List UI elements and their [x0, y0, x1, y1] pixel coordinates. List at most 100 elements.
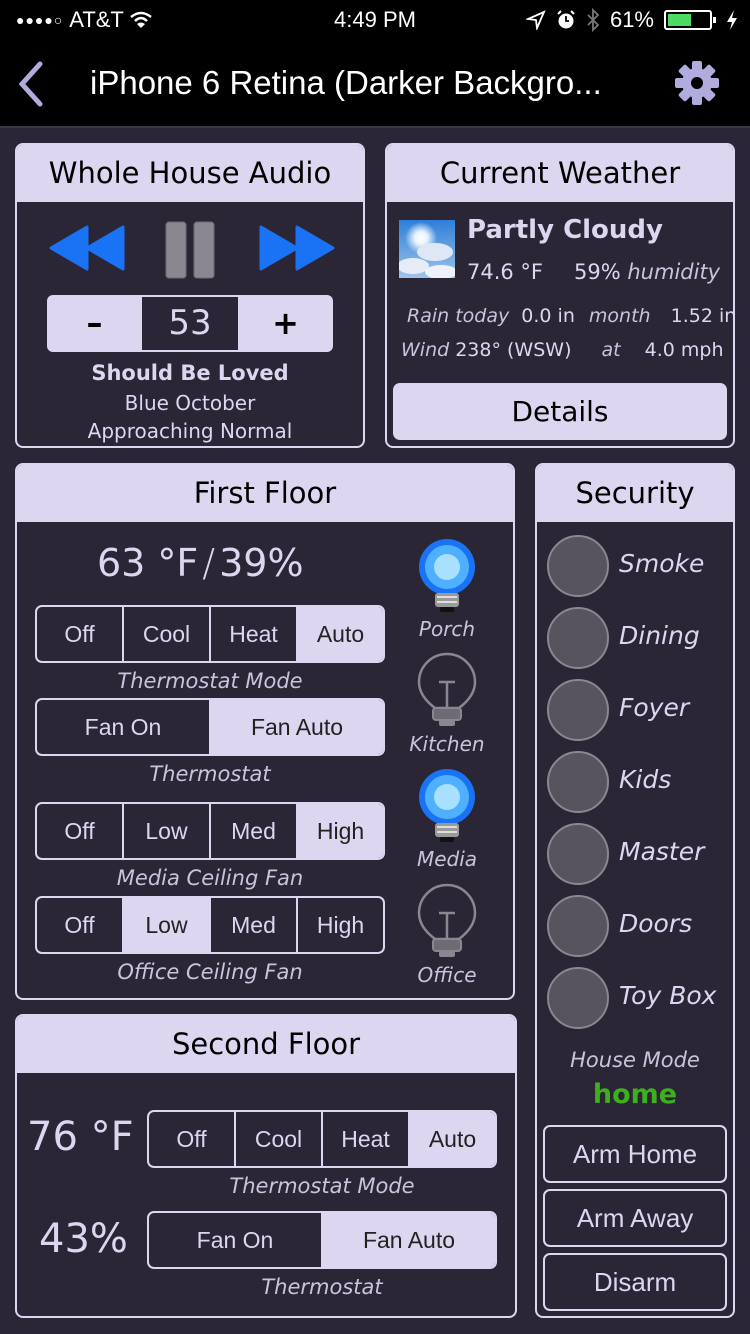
first-floor-climate: 63 °F/39%	[97, 541, 304, 585]
segment-cool[interactable]: Cool	[234, 1112, 321, 1166]
sensor-label: Master	[619, 837, 705, 866]
separator: /	[202, 541, 216, 585]
volume-stepper: – 53 +	[47, 295, 333, 352]
segment-med[interactable]: Med	[209, 898, 296, 952]
thermostat-mode-caption: Thermostat Mode	[117, 669, 303, 693]
audio-panel: Whole House Audio – 53 + Should Be Loved…	[15, 143, 365, 448]
segment-high[interactable]: High	[296, 898, 383, 952]
first-floor-title: First Floor	[17, 465, 513, 522]
office-fan-caption: Office Ceiling Fan	[117, 960, 303, 984]
artist-name: Blue October	[124, 391, 256, 415]
status-bar: ●●●●○ AT&T 4:49 PM 61%	[0, 0, 750, 40]
light-label-kitchen: Kitchen	[409, 732, 485, 756]
location-icon	[525, 10, 546, 30]
security-panel: Security Smoke Dining Foyer Kids Master Doors…	[535, 463, 735, 1318]
segment-off[interactable]: Off	[37, 804, 122, 858]
first-floor-humidity: 39%	[219, 541, 304, 585]
light-bulb-off-icon[interactable]	[415, 652, 479, 732]
disarm-button[interactable]: Disarm	[543, 1253, 727, 1311]
first-floor-thermostat-mode: Off Cool Heat Auto	[35, 605, 385, 663]
wind-at-label: at	[601, 339, 621, 361]
segment-heat[interactable]: Heat	[321, 1112, 408, 1166]
segment-off[interactable]: Off	[37, 898, 122, 952]
thermostat-mode-caption: Thermostat Mode	[229, 1174, 415, 1198]
first-floor-temp: 63 °F	[97, 541, 199, 585]
first-floor-fan-mode: Fan On Fan Auto	[35, 698, 385, 756]
segment-fan-on[interactable]: Fan On	[37, 700, 209, 754]
sensor-status-indicator	[547, 823, 609, 885]
house-mode-value: home	[592, 1079, 678, 1110]
volume-up-button[interactable]: +	[238, 295, 333, 352]
media-fan-caption: Media Ceiling Fan	[116, 866, 304, 890]
sensor-label: Kids	[619, 765, 672, 794]
rain-month-label: month	[588, 305, 651, 327]
light-label-porch: Porch	[418, 617, 476, 641]
wind-readout: Wind 238° (WSW) at 4.0 mph	[401, 339, 724, 361]
bluetooth-icon	[587, 8, 600, 32]
sensor-label: Doors	[619, 909, 693, 938]
segment-fan-auto[interactable]: Fan Auto	[209, 700, 383, 754]
fast-forward-icon[interactable]	[257, 223, 337, 273]
segment-cool[interactable]: Cool	[122, 607, 209, 661]
weather-panel-title: Current Weather	[387, 145, 733, 202]
humidity-value: 59%	[574, 260, 621, 284]
battery-percent: 61%	[609, 7, 654, 32]
second-floor-fan-mode: Fan On Fan Auto	[147, 1211, 497, 1269]
gear-icon[interactable]	[674, 60, 720, 106]
chevron-left-icon[interactable]	[14, 60, 54, 108]
volume-down-button[interactable]: –	[47, 295, 142, 352]
light-label-office: Office	[417, 963, 477, 987]
second-floor-thermostat-mode: Off Cool Heat Auto	[147, 1110, 497, 1168]
sensor-label: Toy Box	[619, 981, 717, 1010]
segment-auto[interactable]: Auto	[408, 1112, 495, 1166]
sensor-status-indicator	[547, 967, 609, 1029]
weather-temp: 74.6 °F	[467, 260, 544, 284]
first-floor-panel: First Floor 63 °F/39% Off Cool Heat Auto Th…	[15, 463, 515, 1000]
segment-off[interactable]: Off	[37, 607, 122, 661]
volume-value: 53	[142, 297, 238, 350]
album-name: Approaching Normal	[87, 419, 293, 443]
pause-icon[interactable]	[164, 220, 216, 280]
rain-readout: Rain today 0.0 in month 1.52 in	[407, 305, 735, 327]
segment-heat[interactable]: Heat	[209, 607, 296, 661]
sensor-status-indicator	[547, 751, 609, 813]
page-title: iPhone 6 Retina (Darker Backgro...	[90, 64, 602, 101]
wind-label: Wind	[401, 339, 450, 361]
segment-high[interactable]: High	[296, 804, 383, 858]
office-ceiling-fan: Off Low Med High	[35, 896, 385, 954]
wind-speed: 4.0 mph	[644, 339, 724, 361]
weather-panel: Current Weather Partly Cloudy 74.6 °F 59…	[385, 143, 735, 448]
segment-fan-auto[interactable]: Fan Auto	[321, 1213, 495, 1267]
second-floor-temp: 76 °F	[27, 1114, 134, 1160]
segment-fan-on[interactable]: Fan On	[149, 1213, 321, 1267]
segment-off[interactable]: Off	[149, 1112, 234, 1166]
light-bulb-off-icon[interactable]	[415, 883, 479, 963]
second-floor-title: Second Floor	[17, 1016, 515, 1073]
charging-icon	[727, 10, 737, 30]
light-bulb-on-icon[interactable]	[415, 767, 479, 847]
sensor-label: Smoke	[619, 549, 705, 578]
arm-home-button[interactable]: Arm Home	[543, 1125, 727, 1183]
details-button[interactable]: Details	[393, 383, 727, 440]
segment-low[interactable]: Low	[122, 898, 209, 952]
segment-med[interactable]: Med	[209, 804, 296, 858]
second-floor-panel: Second Floor 76 °F 43% Off Cool Heat Auto T…	[15, 1014, 517, 1318]
humidity-readout: 59% humidity	[574, 260, 720, 284]
sensor-label: Dining	[619, 621, 700, 650]
rewind-icon[interactable]	[47, 223, 127, 273]
sensor-status-indicator	[547, 535, 609, 597]
arm-away-button[interactable]: Arm Away	[543, 1189, 727, 1247]
wind-direction: 238° (WSW)	[455, 339, 572, 361]
humidity-label: humidity	[627, 260, 721, 284]
rain-today-label: Rain today	[407, 305, 510, 327]
partly-cloudy-icon	[399, 220, 455, 278]
security-title: Security	[537, 465, 733, 522]
audio-panel-title: Whole House Audio	[17, 145, 363, 202]
rain-month-value: 1.52 in	[670, 305, 735, 327]
light-bulb-on-icon[interactable]	[415, 537, 479, 617]
segment-low[interactable]: Low	[122, 804, 209, 858]
segment-auto[interactable]: Auto	[296, 607, 383, 661]
battery-icon	[664, 10, 716, 30]
navigation-bar: iPhone 6 Retina (Darker Backgro...	[0, 40, 750, 128]
thermostat-fan-caption: Thermostat	[261, 1275, 383, 1299]
